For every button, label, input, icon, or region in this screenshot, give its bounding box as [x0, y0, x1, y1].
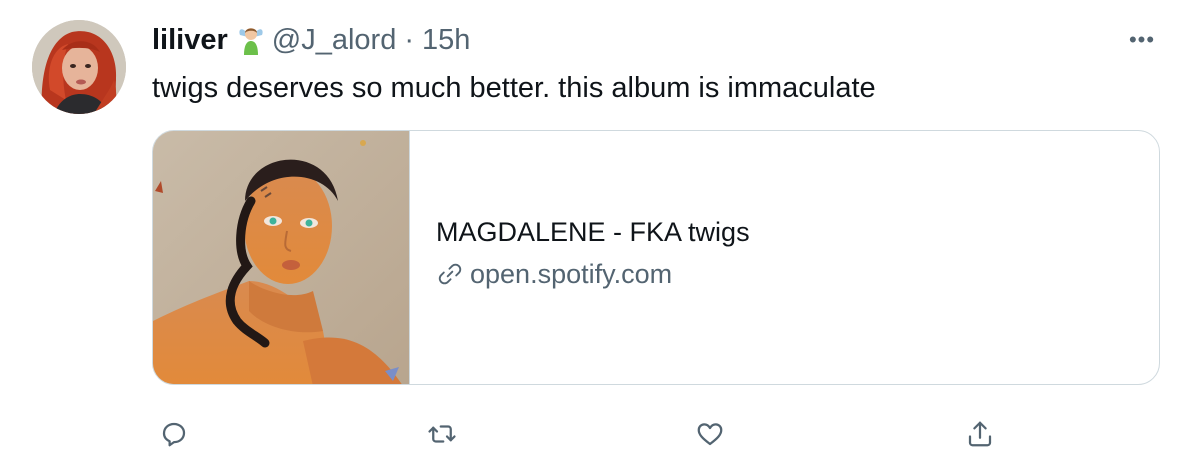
- share-icon[interactable]: [958, 412, 1002, 456]
- reply-icon[interactable]: [152, 412, 196, 456]
- card-body: MAGDALENE - FKA twigs open.spotify.com: [410, 131, 1159, 384]
- timestamp[interactable]: 15h: [422, 22, 470, 58]
- tweet-header: liliver @J_alord · 15h: [152, 22, 470, 58]
- card-domain: open.spotify.com: [436, 257, 1159, 291]
- user-handle[interactable]: @J_alord: [272, 22, 397, 58]
- card-title: MAGDALENE - FKA twigs: [436, 216, 750, 247]
- link-card[interactable]: MAGDALENE - FKA twigs open.spotify.com: [152, 130, 1160, 385]
- separator-dot: ·: [404, 24, 415, 56]
- fairy-emoji-icon: [238, 25, 264, 55]
- more-options-icon[interactable]: •••: [1124, 26, 1160, 54]
- avatar[interactable]: [32, 20, 126, 114]
- album-cover-image: [153, 131, 410, 384]
- tweet-text: twigs deserves so much better. this albu…: [152, 72, 876, 104]
- display-name[interactable]: liliver: [152, 22, 228, 58]
- like-icon[interactable]: [688, 412, 732, 456]
- card-domain-text: open.spotify.com: [470, 258, 673, 289]
- tweet-actions: [152, 412, 1012, 456]
- link-icon: [436, 260, 464, 288]
- retweet-icon[interactable]: [420, 412, 464, 456]
